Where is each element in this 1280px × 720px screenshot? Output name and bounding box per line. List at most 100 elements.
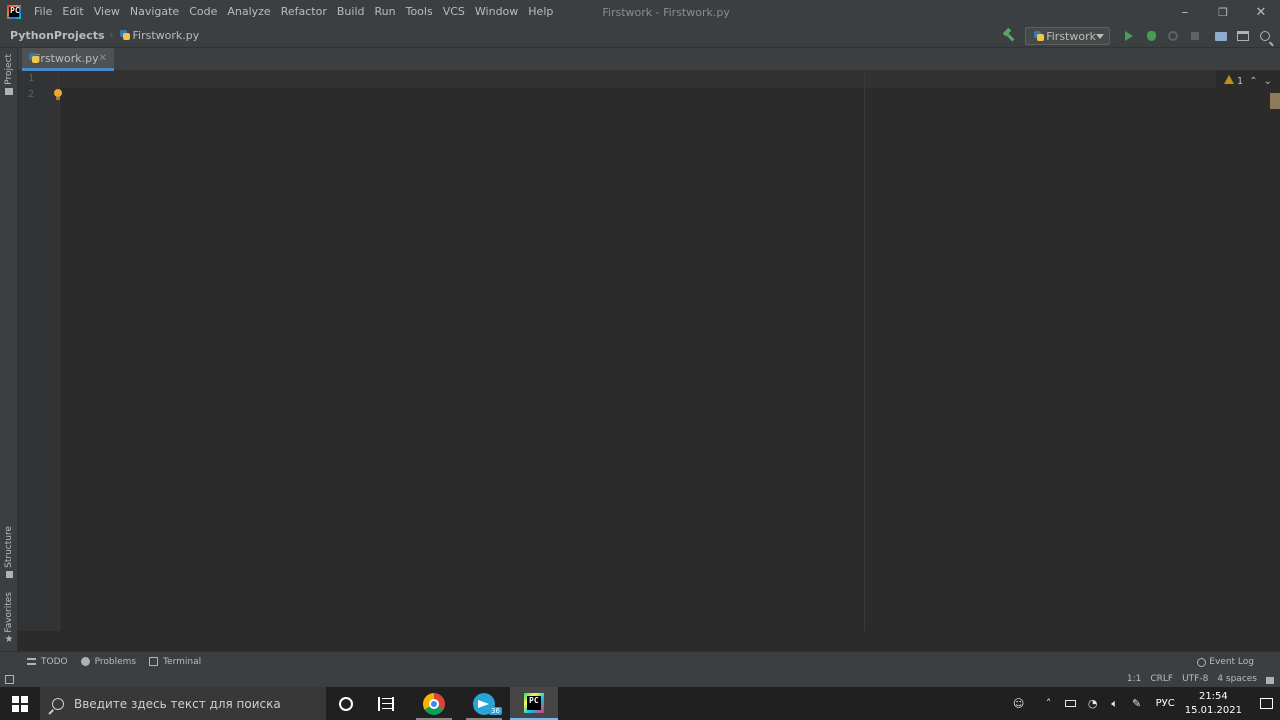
pycharm-icon: PC <box>524 692 544 713</box>
chevron-up-icon[interactable]: ⌃ <box>1249 76 1257 87</box>
run-with-coverage-button[interactable] <box>1162 26 1184 46</box>
minimize-button[interactable]: – <box>1166 0 1204 24</box>
start-button[interactable] <box>0 687 40 720</box>
caret-position[interactable]: 1:1 <box>1127 674 1141 684</box>
menu-vcs[interactable]: VCS <box>438 0 470 24</box>
pen-workspace-icon[interactable]: ✎ <box>1126 687 1148 720</box>
breadcrumb-separator-icon: › <box>109 30 114 41</box>
toggle-tool-windows-icon[interactable] <box>5 674 14 684</box>
project-tool-tab[interactable]: Project <box>2 54 16 95</box>
editor-scrollbar[interactable] <box>1268 71 1280 631</box>
coverage-icon <box>1168 31 1178 41</box>
problems-tool-button[interactable]: Problems <box>80 657 136 667</box>
taskbar-app-pycharm[interactable]: PC <box>510 687 558 720</box>
tab-label: Firstwork.py <box>31 51 99 65</box>
python-config-icon <box>1033 30 1044 42</box>
show-hidden-icons-chevron-icon[interactable]: ˄ <box>1038 687 1060 720</box>
menu-refactor[interactable]: Refactor <box>276 0 332 24</box>
lock-icon[interactable] <box>1266 676 1274 684</box>
battery-icon[interactable] <box>1060 687 1082 720</box>
menu-edit[interactable]: Edit <box>57 0 88 24</box>
wifi-icon[interactable]: ◔ <box>1082 687 1104 720</box>
run-configuration-selector[interactable]: Firstwork <box>1025 27 1110 45</box>
editor-bottom-area <box>18 631 1280 651</box>
search-icon <box>52 697 64 710</box>
taskbar-search-box[interactable]: Введите здесь текст для поиска <box>40 687 326 720</box>
list-icon <box>27 658 36 665</box>
stop-button[interactable] <box>1184 26 1206 46</box>
task-view-button[interactable] <box>362 687 410 720</box>
menu-file[interactable]: File <box>29 0 57 24</box>
breadcrumb-file[interactable]: Firstwork.py <box>119 29 200 42</box>
build-hammer-icon[interactable] <box>1001 28 1017 44</box>
play-icon <box>1125 31 1133 41</box>
menu-view[interactable]: View <box>89 0 125 24</box>
window-title: Firstwork - Firstwork.py <box>602 5 730 19</box>
clock-date: 15.01.2021 <box>1184 704 1242 716</box>
inspection-widget[interactable]: 1 ⌃ ⌄ <box>1223 75 1272 87</box>
warning-icon <box>1223 75 1234 84</box>
menu-analyze[interactable]: Analyze <box>222 0 275 24</box>
breadcrumb-project[interactable]: PythonProjects <box>10 29 105 42</box>
telegram-unread-badge: 36 <box>489 707 502 715</box>
structure-tool-tab[interactable]: Structure <box>2 526 16 578</box>
taskbar-clock[interactable]: 21:54 15.01.2021 <box>1185 690 1242 718</box>
menu-window[interactable]: Window <box>470 0 523 24</box>
folder-icon <box>5 87 13 95</box>
left-tool-strip: Project Structure Favorites ★ <box>0 48 18 671</box>
favorites-tool-tab[interactable]: Favorites ★ <box>2 592 16 645</box>
run-button[interactable] <box>1118 26 1140 46</box>
people-icon[interactable]: ☺ <box>1008 687 1030 720</box>
indent-setting[interactable]: 4 spaces <box>1217 674 1257 684</box>
menu-run[interactable]: Run <box>370 0 401 24</box>
event-log-label: Event Log <box>1209 657 1254 667</box>
input-language-indicator[interactable]: РУС <box>1156 698 1175 709</box>
line-number-gutter: 1 2 <box>18 71 60 631</box>
main-menu: File Edit View Navigate Code Analyze Ref… <box>29 0 558 24</box>
python-file-icon <box>28 52 39 64</box>
favorites-tool-label: Favorites <box>4 592 14 633</box>
info-circle-icon <box>80 657 90 666</box>
search-everywhere-button[interactable] <box>1254 26 1276 46</box>
python-file-icon <box>119 29 131 41</box>
menu-navigate[interactable]: Navigate <box>125 0 184 24</box>
chevron-down-icon[interactable]: ⌄ <box>1264 76 1272 87</box>
menu-tools[interactable]: Tools <box>401 0 438 24</box>
taskbar-app-chrome[interactable] <box>410 687 458 720</box>
event-log-button[interactable]: Event Log <box>1197 652 1254 672</box>
code-editor[interactable] <box>61 71 1268 631</box>
status-bar: 1:1 CRLF UTF-8 4 spaces <box>0 671 1280 687</box>
tab-firstwork-py[interactable]: Firstwork.py ✕ <box>22 48 114 71</box>
clock-time: 21:54 <box>1198 690 1228 702</box>
debug-button[interactable] <box>1140 26 1162 46</box>
menu-help[interactable]: Help <box>523 0 558 24</box>
warning-stripe-marker[interactable] <box>1270 93 1280 109</box>
menu-code[interactable]: Code <box>184 0 222 24</box>
cortana-icon <box>339 696 353 711</box>
file-encoding[interactable]: UTF-8 <box>1182 674 1208 684</box>
action-center-button[interactable] <box>1252 687 1280 720</box>
event-log-icon <box>1197 657 1207 667</box>
bug-icon <box>1146 31 1156 41</box>
restore-button[interactable]: ❐ <box>1204 0 1242 24</box>
close-tab-icon[interactable]: ✕ <box>99 53 107 64</box>
chrome-icon <box>423 692 445 715</box>
structure-tool-label: Structure <box>4 526 14 568</box>
project-structure-button[interactable] <box>1210 26 1232 46</box>
presentation-mode-button[interactable] <box>1232 26 1254 46</box>
volume-icon[interactable]: 🔈︎ <box>1104 687 1126 720</box>
taskbar-app-telegram[interactable]: 36 <box>460 687 508 720</box>
breadcrumb-file-label: Firstwork.py <box>132 29 200 42</box>
menu-build[interactable]: Build <box>332 0 370 24</box>
todo-label: TODO <box>41 656 68 667</box>
todo-tool-button[interactable]: TODO <box>27 657 68 667</box>
system-tray: ☺ ˄ ◔ 🔈︎ ✎ РУС 21:54 15.01.2021 <box>1008 687 1280 720</box>
terminal-tool-button[interactable]: Terminal <box>149 657 201 667</box>
task-view-icon <box>378 696 394 711</box>
intention-bulb-icon[interactable] <box>53 89 63 102</box>
line-number: 1 <box>27 73 34 84</box>
structure-icon <box>5 570 13 578</box>
stop-icon <box>1191 32 1199 40</box>
line-separator[interactable]: CRLF <box>1150 674 1173 684</box>
close-window-button[interactable]: ✕ <box>1242 0 1280 24</box>
